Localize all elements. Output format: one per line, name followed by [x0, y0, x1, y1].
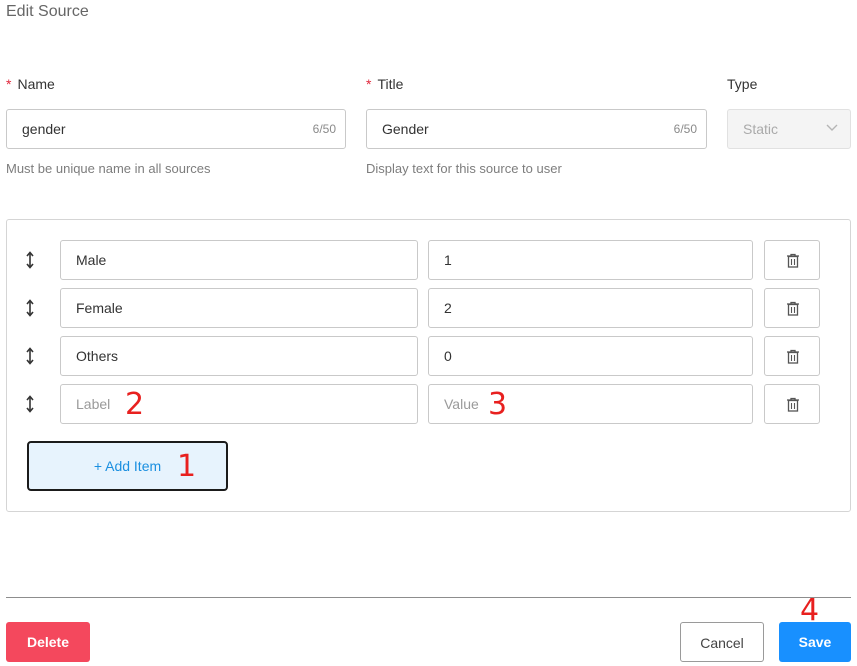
page-title: Edit Source — [6, 3, 89, 20]
delete-item-button[interactable] — [764, 240, 820, 280]
save-button[interactable]: Save — [779, 622, 851, 662]
item-label-input[interactable]: Others — [60, 336, 418, 376]
type-select[interactable]: Static — [727, 109, 851, 149]
add-item-label: + Add Item — [93, 458, 162, 474]
delete-item-button[interactable] — [764, 336, 820, 376]
trash-icon — [787, 301, 799, 316]
name-input[interactable]: gender 6/50 — [6, 109, 346, 149]
type-select-value: Static — [743, 121, 779, 137]
title-input-value: Gender — [382, 121, 429, 137]
item-label-input[interactable]: Female — [60, 288, 418, 328]
title-char-counter: 6/50 — [673, 122, 697, 136]
cancel-button[interactable]: Cancel — [680, 622, 764, 662]
footer-divider — [6, 597, 851, 598]
name-label: * Name — [6, 76, 55, 92]
drag-vertical-icon[interactable] — [25, 395, 35, 413]
name-helper-text: Must be unique name in all sources — [6, 161, 211, 176]
new-item-value-input[interactable]: Value — [428, 384, 753, 424]
value-placeholder: Value — [444, 396, 479, 412]
annotation-1: 1 — [177, 449, 197, 484]
trash-icon — [787, 397, 799, 412]
name-char-counter: 6/50 — [312, 122, 336, 136]
required-mark: * — [6, 76, 12, 92]
drag-vertical-icon[interactable] — [25, 347, 35, 365]
type-label: Type — [727, 76, 758, 92]
delete-item-button[interactable] — [764, 384, 820, 424]
delete-button[interactable]: Delete — [6, 622, 90, 662]
title-helper-text: Display text for this source to user — [366, 161, 562, 176]
annotation-3: 3 — [488, 387, 508, 422]
title-input[interactable]: Gender 6/50 — [366, 109, 707, 149]
item-value-input[interactable]: 2 — [428, 288, 753, 328]
name-input-value: gender — [22, 121, 66, 137]
chevron-down-icon — [826, 124, 838, 131]
item-value-input[interactable]: 1 — [428, 240, 753, 280]
trash-icon — [787, 253, 799, 268]
title-label: * Title — [366, 76, 404, 92]
label-placeholder: Label — [76, 396, 111, 412]
item-value-input[interactable]: 0 — [428, 336, 753, 376]
trash-icon — [787, 349, 799, 364]
drag-vertical-icon[interactable] — [25, 299, 35, 317]
delete-item-button[interactable] — [764, 288, 820, 328]
required-mark: * — [366, 76, 372, 92]
new-item-label-input[interactable]: Label — [60, 384, 418, 424]
item-label-input[interactable]: Male — [60, 240, 418, 280]
annotation-2: 2 — [125, 387, 145, 422]
drag-vertical-icon[interactable] — [25, 251, 35, 269]
add-item-button[interactable]: + Add Item — [27, 441, 228, 491]
